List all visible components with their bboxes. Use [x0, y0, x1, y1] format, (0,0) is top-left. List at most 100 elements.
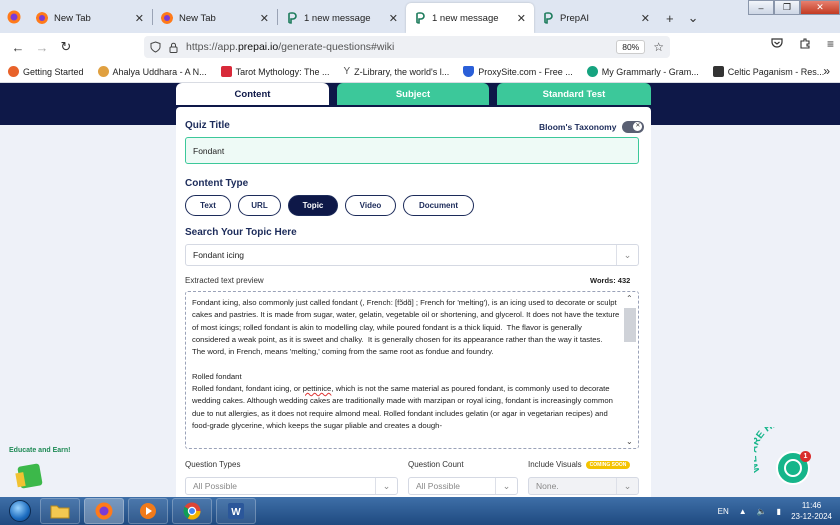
bookmarks-overflow-button[interactable]: »	[823, 64, 830, 78]
tab-standard-test[interactable]: Standard Test	[497, 83, 651, 105]
close-tab-icon[interactable]: ✕	[389, 12, 398, 25]
taskbar-media-player[interactable]	[128, 498, 168, 524]
extensions-icon[interactable]	[799, 37, 811, 49]
tray-overflow-icon[interactable]: ▲	[739, 507, 747, 516]
question-count-select[interactable]: All Possible ⌄	[408, 477, 518, 495]
content-type-label: Content Type	[185, 178, 249, 189]
close-tab-icon[interactable]: ✕	[135, 12, 144, 25]
tab-content[interactable]: Content	[176, 83, 329, 105]
preview-text: Fondant icing, also commonly just called…	[192, 298, 622, 430]
scroll-up-icon[interactable]: ⌃	[626, 294, 633, 303]
content-type-video-button[interactable]: Video	[345, 195, 396, 216]
bookmark-item[interactable]: Y Z-Library, the world's l...	[344, 66, 450, 77]
address-bar[interactable]: https://app.prepai.io/generate-questions…	[144, 36, 670, 58]
clock[interactable]: 11:46 23-12-2024	[791, 500, 832, 522]
pocket-icon[interactable]	[771, 37, 783, 49]
firefox-menu-icon[interactable]	[0, 0, 28, 33]
taskbar: W EN ▲ 🔈 ▮ 11:46 23-12-2024	[0, 497, 840, 525]
minimize-button[interactable]: –	[748, 0, 774, 15]
blooms-taxonomy-toggle[interactable]	[622, 121, 645, 133]
forward-button[interactable]: →	[30, 40, 54, 55]
bookmark-favicon-icon	[712, 66, 724, 77]
educate-earn-label[interactable]: Educate and Earn!	[9, 447, 70, 454]
close-tab-icon[interactable]: ✕	[260, 12, 269, 25]
taskbar-word[interactable]: W	[216, 498, 256, 524]
browser-tab[interactable]: New Tab ✕	[153, 3, 277, 33]
preview-scrollbar[interactable]: ⌃ ⌄	[622, 292, 638, 448]
taskbar-explorer[interactable]	[40, 498, 80, 524]
bookmark-item[interactable]: Tarot Mythology: The ...	[220, 66, 330, 77]
browser-tab[interactable]: 1 new message ✕	[278, 3, 406, 33]
content-type-topic-button[interactable]: Topic	[288, 195, 338, 216]
include-visuals-select: None. ⌄	[528, 477, 639, 495]
browser-navbar: ← → ↻ https://app.prepai.io/generate-que…	[0, 33, 840, 61]
bookmark-star-icon[interactable]: ☆	[653, 40, 664, 54]
url-text: https://app.prepai.io/generate-questions…	[186, 41, 395, 53]
windows-logo-icon	[9, 500, 31, 522]
bookmark-item[interactable]: My Grammarly - Gram...	[586, 66, 699, 77]
browser-tab[interactable]: PrepAI ✕	[534, 3, 658, 33]
browser-tab-active[interactable]: 1 new message ✕	[406, 3, 534, 33]
reload-button[interactable]: ↻	[54, 39, 78, 55]
content-type-url-button[interactable]: URL	[238, 195, 281, 216]
coming-soon-badge: COMING SOON	[585, 460, 631, 469]
new-tab-button[interactable]: +	[666, 11, 674, 26]
taskbar-chrome[interactable]	[172, 498, 212, 524]
menu-icon[interactable]: ≡	[827, 37, 834, 51]
content-tabs: Content Subject Standard Test	[176, 83, 651, 105]
question-types-label: Question Types	[185, 460, 241, 469]
bookmark-item[interactable]: Getting Started	[8, 66, 84, 77]
bookmark-item[interactable]: Ahalya Uddhara - A N...	[97, 66, 207, 77]
chevron-down-icon[interactable]: ⌄	[495, 478, 517, 494]
close-tab-icon[interactable]: ✕	[641, 12, 650, 25]
network-icon[interactable]: ▮	[777, 507, 781, 516]
list-all-tabs-button[interactable]: ⌄	[688, 10, 699, 26]
clock-date: 23-12-2024	[791, 512, 832, 521]
volume-icon[interactable]: 🔈	[757, 507, 767, 516]
search-topic-label: Search Your Topic Here	[185, 227, 297, 238]
close-window-button[interactable]: ✕	[800, 0, 840, 15]
chrome-icon	[183, 502, 201, 520]
bookmark-item[interactable]: ProxySite.com - Free ...	[463, 66, 573, 77]
word-icon: W	[228, 503, 244, 519]
text-preview-box[interactable]: Fondant icing, also commonly just called…	[185, 291, 639, 449]
gift-box-icon[interactable]	[17, 463, 43, 489]
chat-notification-badge: 1	[800, 451, 811, 462]
firefox-icon	[36, 12, 48, 24]
lock-icon[interactable]	[169, 42, 178, 53]
shield-icon[interactable]	[150, 41, 161, 53]
tab-label: New Tab	[179, 12, 216, 24]
browser-tab[interactable]: New Tab ✕	[28, 3, 152, 33]
question-types-select[interactable]: All Possible ⌄	[185, 477, 398, 495]
back-button[interactable]: ←	[6, 40, 30, 55]
bookmark-item[interactable]: Celtic Paganism - Res...	[712, 66, 824, 77]
maximize-button[interactable]: ❐	[774, 0, 800, 15]
quiz-title-input[interactable]: Fondant	[185, 137, 639, 164]
start-button[interactable]	[4, 498, 36, 524]
close-tab-icon[interactable]: ✕	[517, 12, 526, 25]
topic-search-select[interactable]: Fondant icing ⌄	[185, 244, 639, 266]
language-indicator[interactable]: EN	[718, 507, 729, 516]
window-controls: – ❐ ✕	[748, 0, 840, 15]
chevron-down-icon[interactable]: ⌄	[375, 478, 397, 494]
zoom-indicator[interactable]: 80%	[616, 40, 646, 54]
bookmarks-bar: Getting Started Ahalya Uddhara - A N... …	[0, 61, 840, 83]
preview-label: Extracted text preview	[185, 276, 264, 285]
media-player-icon	[140, 503, 156, 519]
page-viewport: Content Subject Standard Test Quiz Title…	[0, 83, 840, 497]
svg-text:W: W	[231, 507, 241, 518]
chevron-down-icon[interactable]: ⌄	[616, 245, 638, 265]
tab-subject[interactable]: Subject	[337, 83, 489, 105]
browser-tabbar: New Tab ✕ New Tab ✕ 1 new message ✕ 1 ne…	[0, 0, 840, 33]
bookmark-favicon-icon	[220, 66, 232, 77]
word-count: Words: 432	[590, 276, 631, 285]
content-type-document-button[interactable]: Document	[403, 195, 474, 216]
scroll-down-icon[interactable]: ⌄	[626, 437, 633, 446]
taskbar-firefox[interactable]	[84, 498, 124, 524]
zlib-icon: Y	[343, 66, 351, 77]
scrollbar-thumb[interactable]	[624, 308, 636, 342]
content-type-text-button[interactable]: Text	[185, 195, 231, 216]
system-tray: EN ▲ 🔈 ▮ 11:46 23-12-2024	[718, 497, 832, 525]
bookmark-favicon-icon	[97, 66, 109, 77]
question-count-label: Question Count	[408, 460, 464, 469]
